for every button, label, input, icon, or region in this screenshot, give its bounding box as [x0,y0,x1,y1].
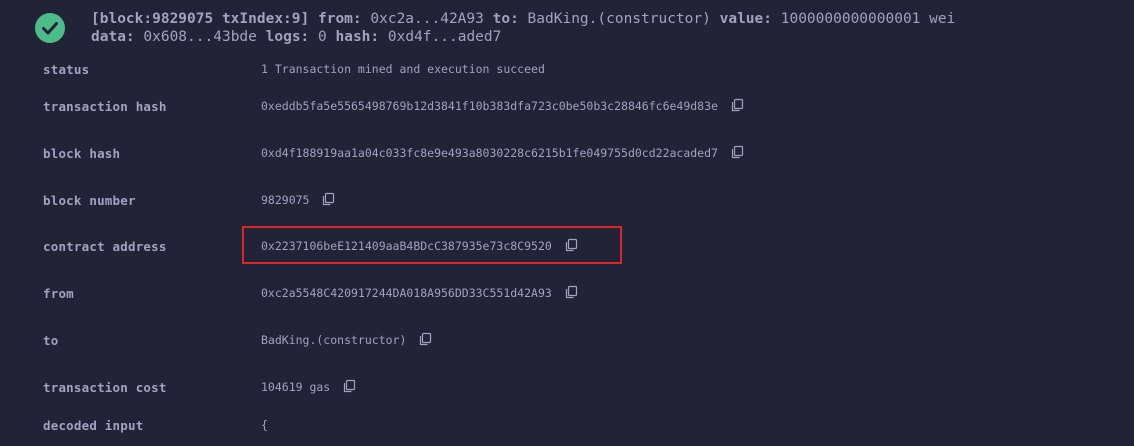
row-status: status 1 Transaction mined and execution… [0,58,1134,84]
row-decoded-input: decoded input { [0,414,1134,440]
transaction-hash-text: 0xeddb5fa5e5565498769b12d3841f10b383dfa7… [261,99,718,113]
value-key: value: [719,11,772,27]
copy-icon[interactable] [564,285,578,299]
block-number-text: 9829075 [261,193,310,207]
row-key: decoded input [43,418,144,433]
row-from: from 0xc2a5548C420917244DA018A956DD33C55… [0,282,1134,308]
row-value: BadKing.(constructor) [261,332,432,348]
row-value: 0xeddb5fa5e5565498769b12d3841f10b383dfa7… [261,98,744,114]
row-key: to [43,333,59,348]
logs-value: 0 [318,29,327,45]
value-value: 1000000000000001 wei [780,11,956,27]
check-circle-icon [35,13,65,43]
row-key: from [43,286,74,301]
data-value: 0x608...43bde [143,29,257,45]
copy-icon[interactable] [321,192,335,206]
status-text: 1 Transaction mined and execution succee… [261,62,545,76]
row-value: 0xd4f188919aa1a04c033fc8e9e493a8030228c6… [261,145,744,161]
row-key: transaction cost [43,380,167,395]
copy-icon[interactable] [730,98,744,112]
row-key: contract address [43,239,167,254]
row-block-hash: block hash 0xd4f188919aa1a04c033fc8e9e49… [0,142,1134,168]
hash-key: hash: [335,29,380,45]
transaction-cost-text: 104619 gas [261,380,331,394]
row-block-number: block number 9829075 [0,189,1134,215]
to-text: BadKing.(constructor) [261,333,407,347]
contract-address-highlight [242,226,622,264]
row-key: transaction hash [43,99,167,114]
row-key: status [43,62,90,77]
row-value: 1 Transaction mined and execution succee… [261,62,545,76]
row-to: to BadKing.(constructor) [0,329,1134,355]
header-summary-line-1: [block:9829075 txIndex:9] from: 0xc2a...… [91,10,955,28]
from-value: 0xc2a...42A93 [370,11,484,27]
copy-icon[interactable] [418,332,432,346]
row-value: 9829075 [261,192,335,208]
from-address-text: 0xc2a5548C420917244DA018A956DD33C551d42A… [261,286,552,300]
row-value: 0xc2a5548C420917244DA018A956DD33C551d42A… [261,285,578,301]
row-transaction-cost: transaction cost 104619 gas [0,376,1134,402]
from-key: from: [317,11,362,27]
row-transaction-hash: transaction hash 0xeddb5fa5e5565498769b1… [0,95,1134,121]
transaction-header[interactable]: [block:9829075 txIndex:9] from: 0xc2a...… [0,0,1134,56]
decoded-input-text: { [261,418,268,432]
row-key: block hash [43,146,121,161]
row-value: { [261,418,268,432]
row-value: 104619 gas [261,379,356,395]
header-summary-line-2: data: 0x608...43bde logs: 0 hash: 0xd4f.… [91,28,501,46]
data-key: data: [91,29,135,45]
block-hash-text: 0xd4f188919aa1a04c033fc8e9e493a8030228c6… [261,146,718,160]
to-value: BadKing.(constructor) [527,11,711,27]
hash-value: 0xd4f...aded7 [387,29,502,45]
logs-key: logs: [265,29,310,45]
block-token: [block:9829075 txIndex:9] [91,11,310,27]
copy-icon[interactable] [730,145,744,159]
row-key: block number [43,193,136,208]
to-key: to: [492,11,519,27]
copy-icon[interactable] [342,379,356,393]
